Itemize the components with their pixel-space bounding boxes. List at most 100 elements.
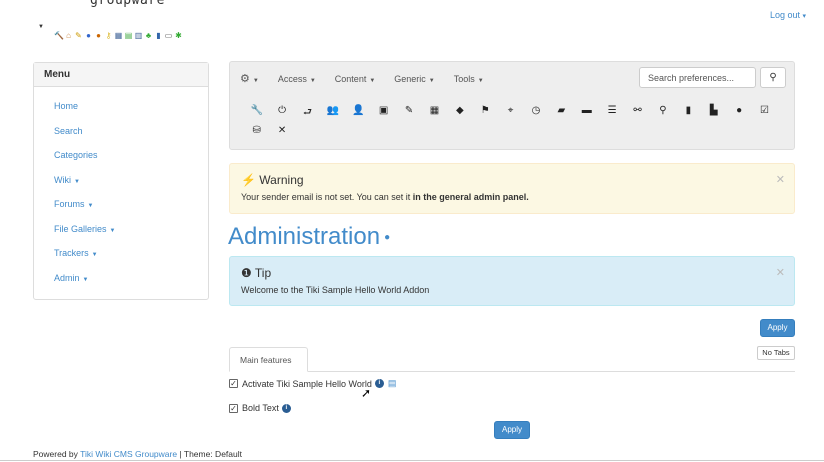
menu-item-forums[interactable]: Forums ▼ xyxy=(34,195,208,220)
nav-content[interactable]: Content ▼ xyxy=(335,74,375,84)
feature-label: Bold Text xyxy=(242,403,279,413)
warning-alert: ⚡ Warning Your sender email is not set. … xyxy=(229,163,795,214)
edit-icon[interactable]: ✎ xyxy=(396,105,421,122)
menu-item-label[interactable]: Search xyxy=(54,126,83,136)
nav-access[interactable]: Access ▼ xyxy=(278,74,316,84)
plugin-icon[interactable]: ♣ xyxy=(144,31,153,40)
map-marker-icon[interactable]: ⌖ xyxy=(498,105,523,122)
user-icon[interactable]: ● xyxy=(84,31,93,40)
chevron-down-icon: ▼ xyxy=(109,227,116,234)
tools-icon[interactable]: ✕ xyxy=(269,125,294,136)
logout-link[interactable]: Log out ▾ xyxy=(770,10,806,20)
key-icon[interactable]: ⚷ xyxy=(104,31,113,40)
user-icon[interactable]: 👤 xyxy=(346,105,371,122)
hammer-icon[interactable]: 🔨 xyxy=(54,31,64,40)
no-tabs-button[interactable]: No Tabs xyxy=(757,346,795,360)
logout-label[interactable]: Log out xyxy=(770,10,800,20)
documentation-icon[interactable]: ▤ xyxy=(388,378,397,389)
divider xyxy=(0,460,824,461)
apply-button[interactable]: Apply xyxy=(494,421,530,439)
warning-body-text: Your sender email is not set. You can se… xyxy=(241,192,413,202)
menu-item-home[interactable]: Home xyxy=(34,97,208,122)
category-icon[interactable]: ▤ xyxy=(124,31,133,40)
nav-generic[interactable]: Generic ▼ xyxy=(394,74,434,84)
save-icon[interactable]: ▙ xyxy=(701,105,726,122)
general-admin-panel-link[interactable]: in the general admin panel. xyxy=(413,192,529,202)
tip-alert: ❶ Tip Welcome to the Tiki Sample Hello W… xyxy=(229,256,795,306)
menu-item-label[interactable]: Categories xyxy=(54,150,98,160)
bolt-icon: ⚡ xyxy=(241,173,256,187)
settings-menu[interactable]: ⚙ ▼ xyxy=(240,72,259,85)
power-icon[interactable]: ⏻ xyxy=(269,105,294,122)
comment-icon[interactable]: ▬ xyxy=(574,105,599,122)
site-title: groupware xyxy=(90,0,165,8)
list-icon[interactable]: ☰ xyxy=(599,105,624,122)
chat-icon[interactable]: ● xyxy=(726,105,751,122)
bug-icon[interactable]: ✱ xyxy=(174,31,183,40)
footer-tiki-link[interactable]: Tiki Wiki CMS Groupware xyxy=(80,449,177,459)
footer-theme: | Theme: Default xyxy=(177,449,242,459)
database-icon[interactable]: ⛁ xyxy=(244,125,269,136)
tip-body: Welcome to the Tiki Sample Hello World A… xyxy=(241,285,430,295)
flag-icon[interactable]: ⚑ xyxy=(473,105,498,122)
info-icon[interactable]: i xyxy=(374,379,384,388)
book-icon[interactable]: ▮ xyxy=(154,31,163,40)
menu-item-search[interactable]: Search xyxy=(34,122,208,147)
menu-heading: Menu xyxy=(34,63,208,87)
menu-item-label[interactable]: Wiki xyxy=(54,175,71,185)
apply-button[interactable]: Apply xyxy=(760,319,795,337)
tab-main-features[interactable]: Main features xyxy=(229,347,308,372)
lock-icon[interactable]: ▰ xyxy=(549,105,574,122)
page-title: Administration ● xyxy=(228,223,390,251)
chevron-down-icon[interactable]: ▼ xyxy=(38,24,44,30)
tag-icon[interactable]: ◆ xyxy=(447,105,472,122)
admin-icons-row2: ⛁ ✕ xyxy=(244,125,295,136)
footer: Powered by Tiki Wiki CMS Groupware | The… xyxy=(33,449,242,459)
close-icon[interactable]: ✕ xyxy=(776,173,785,186)
menu-item-admin[interactable]: Admin ▼ xyxy=(34,269,208,294)
menu-item-wiki[interactable]: Wiki ▼ xyxy=(34,171,208,196)
warning-body: Your sender email is not set. You can se… xyxy=(241,192,783,202)
checkbox-icon[interactable]: ☑ xyxy=(752,105,777,122)
image-icon[interactable]: ▣ xyxy=(371,105,396,122)
pencil-icon[interactable]: ✎ xyxy=(74,31,83,40)
menu-item-label[interactable]: Home xyxy=(54,101,78,111)
nav-tools-label[interactable]: Tools xyxy=(454,74,475,84)
gear-icon[interactable]: ⚙ xyxy=(240,73,250,85)
menu-item-categories[interactable]: Categories xyxy=(34,146,208,171)
home-icon[interactable]: ⌂ xyxy=(64,31,73,40)
clock-icon[interactable]: ◷ xyxy=(523,105,548,122)
card-icon[interactable]: ▭ xyxy=(164,31,173,40)
close-icon[interactable]: ✕ xyxy=(776,266,785,279)
group-icon[interactable]: ● xyxy=(94,31,103,40)
chevron-down-icon: ▼ xyxy=(87,203,94,209)
menu-item-label[interactable]: Forums xyxy=(54,199,85,209)
module-icon[interactable]: ▦ xyxy=(114,31,123,40)
wrench-icon[interactable]: 🔧 xyxy=(244,105,269,122)
users-icon[interactable]: 👥 xyxy=(320,105,345,122)
nav-content-label[interactable]: Content xyxy=(335,74,367,84)
nav-tools[interactable]: Tools ▼ xyxy=(454,74,484,84)
quick-toolbar: 🔨 ⌂ ✎ ● ● ⚷ ▦ ▤ ▥ ♣ ▮ ▭ ✱ xyxy=(54,31,183,40)
nav-generic-label[interactable]: Generic xyxy=(394,74,426,84)
nav-access-label[interactable]: Access xyxy=(278,74,307,84)
search-button[interactable]: ⚲ xyxy=(760,67,786,88)
menu-item-file-galleries[interactable]: File Galleries ▼ xyxy=(34,220,208,245)
info-icon[interactable]: i xyxy=(281,403,291,413)
login-icon[interactable]: ⮐ xyxy=(295,105,320,122)
bold-text-checkbox[interactable]: ✓ xyxy=(229,403,238,413)
search-icon[interactable]: ⚲ xyxy=(650,105,675,122)
tip-title: ❶ Tip xyxy=(241,266,783,280)
menu-item-label[interactable]: Trackers xyxy=(54,248,89,258)
menu-item-trackers[interactable]: Trackers ▼ xyxy=(34,244,208,269)
tabs-divider xyxy=(229,371,795,372)
file-icon[interactable]: ▮ xyxy=(676,105,701,122)
table-icon[interactable]: ▥ xyxy=(134,31,143,40)
grid-icon[interactable]: ▦ xyxy=(422,105,447,122)
link-icon[interactable]: ⚯ xyxy=(625,105,650,122)
activate-hello-world-checkbox[interactable]: ✓ xyxy=(229,379,238,388)
help-icon[interactable]: ● xyxy=(384,232,390,243)
search-preferences-input[interactable]: Search preferences... xyxy=(639,67,756,88)
menu-item-label[interactable]: Admin xyxy=(54,273,80,283)
menu-item-label[interactable]: File Galleries xyxy=(54,224,107,234)
